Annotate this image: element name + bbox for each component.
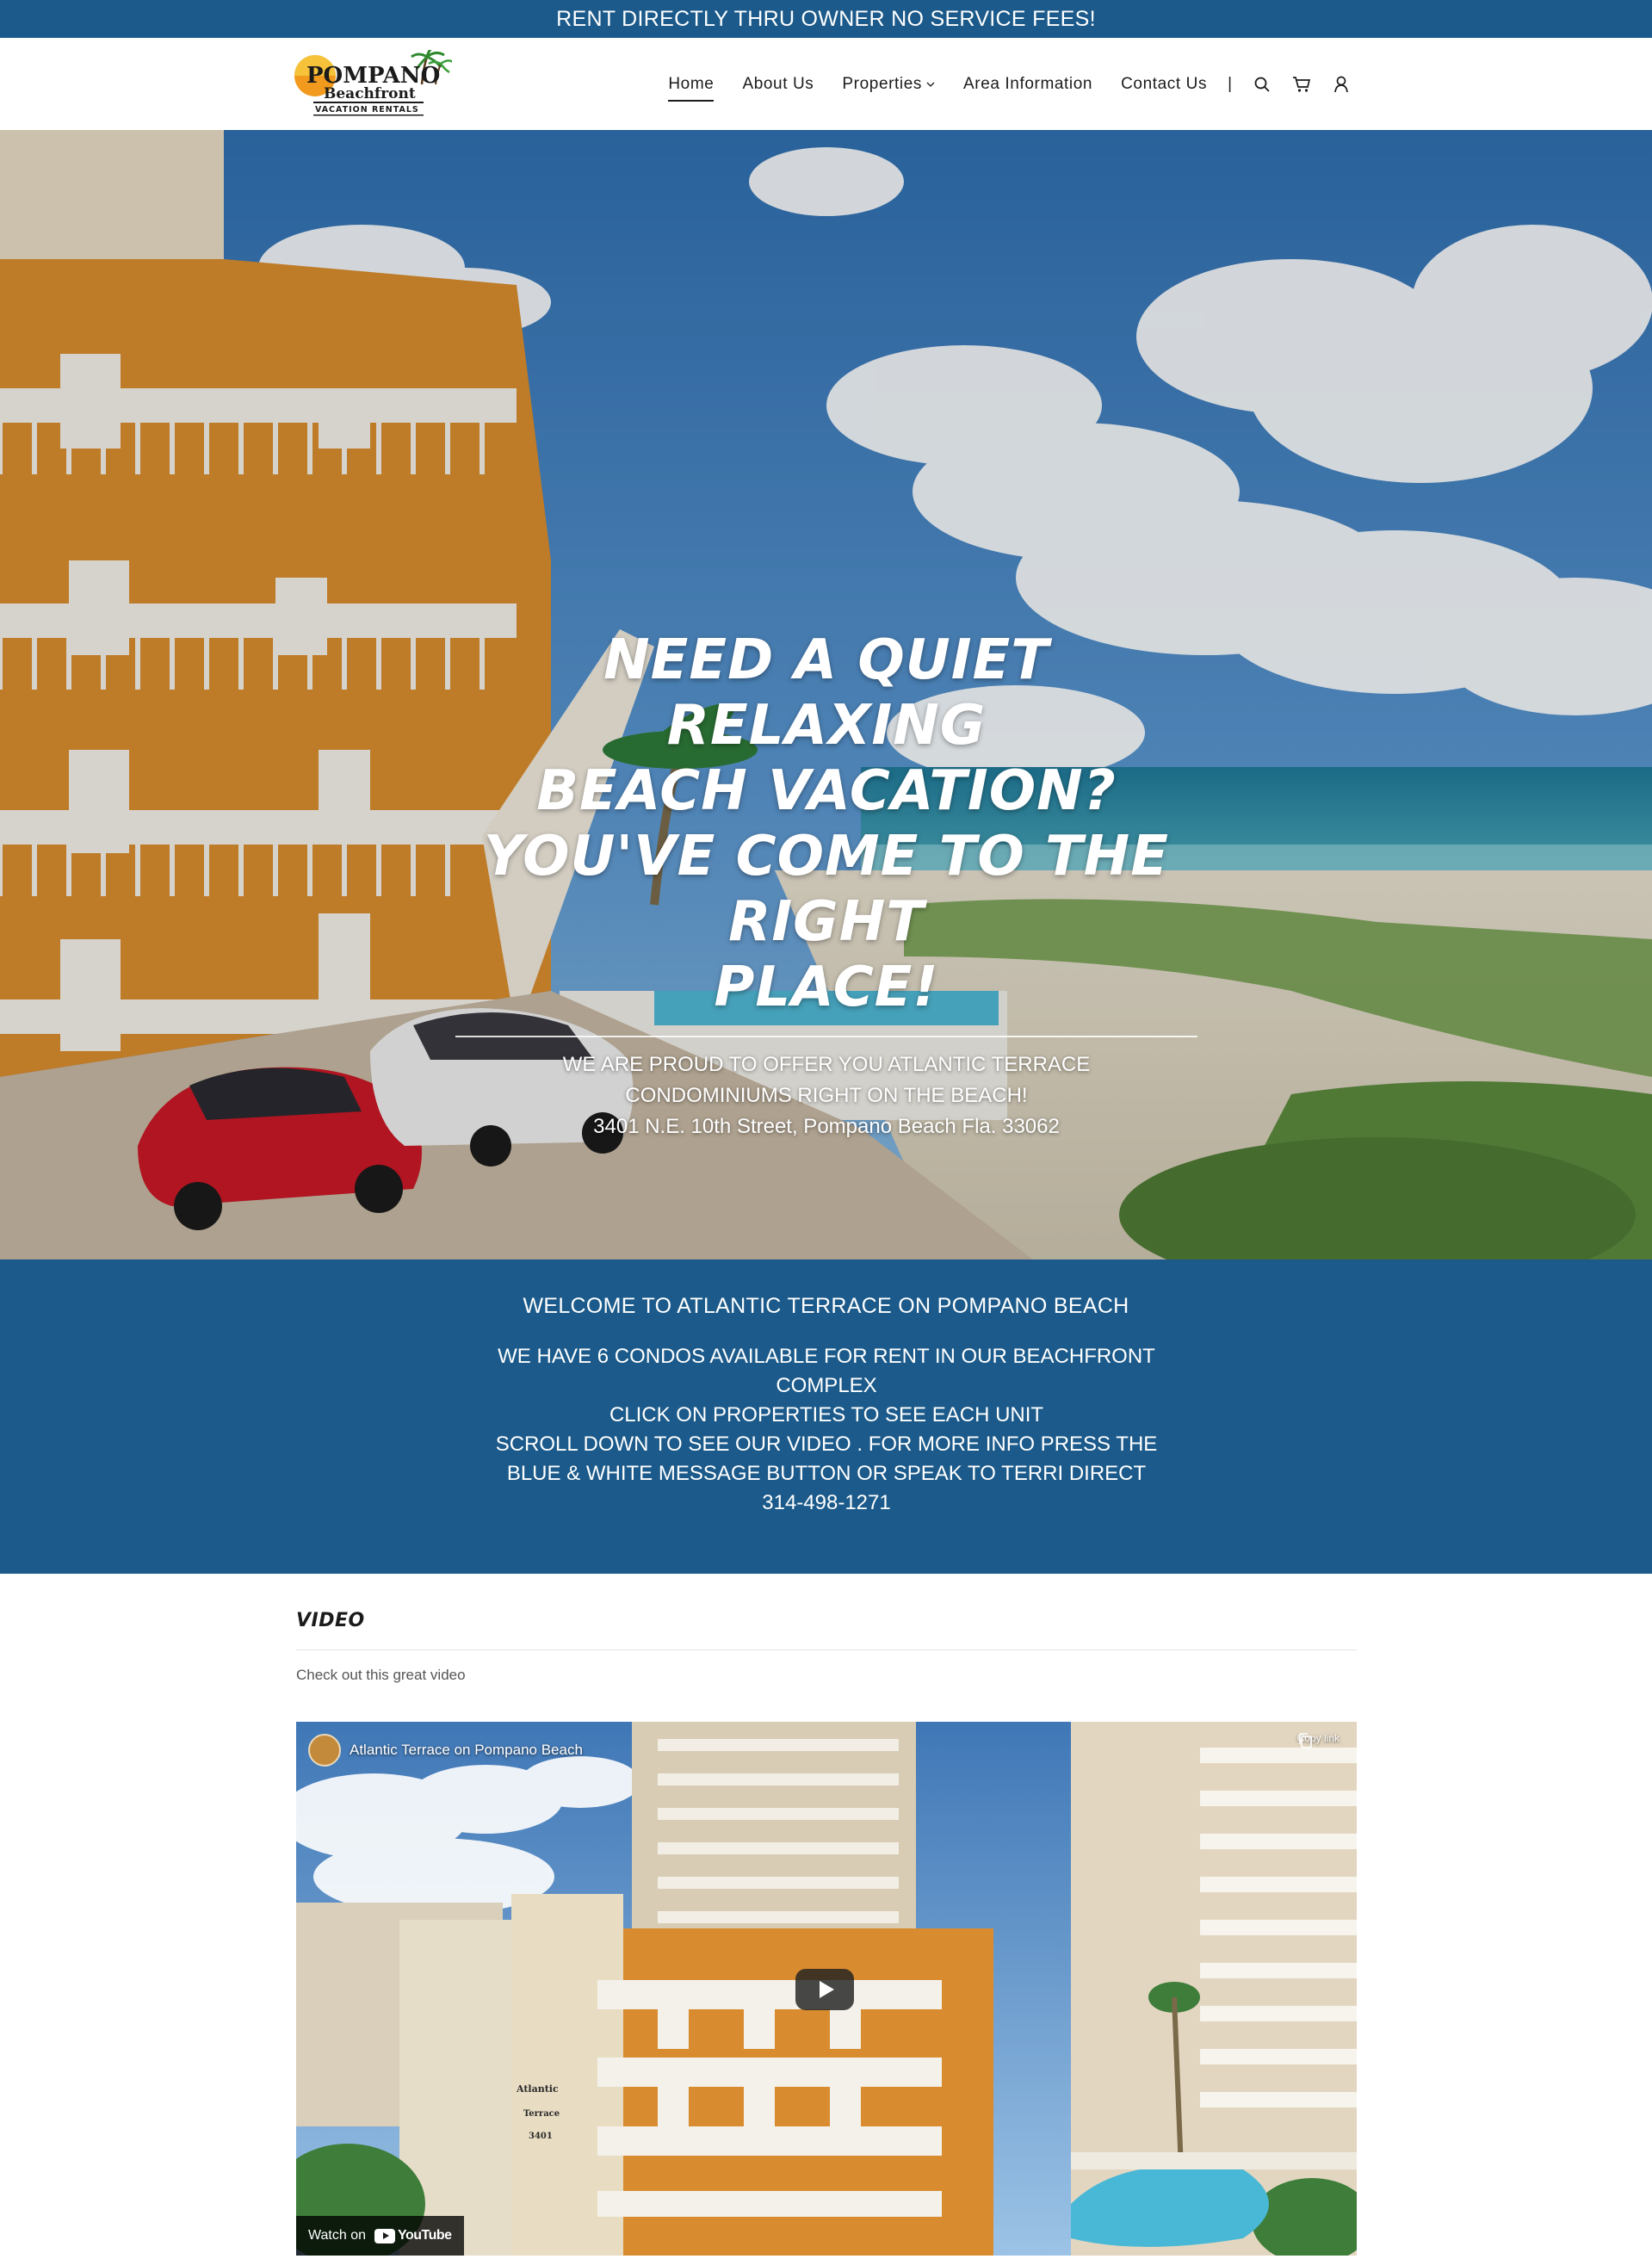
logo-text-beachfront: Beachfront	[324, 85, 416, 102]
logo-graphic: POMPANO Beachfront VACATION RENTALS	[294, 46, 454, 116]
hero-title-line-2: BEACH VACATION?	[536, 759, 1117, 823]
svg-text:3401: 3401	[529, 2132, 553, 2141]
search-icon[interactable]	[1253, 75, 1271, 94]
hero-title: NEED A QUIET RELAXING BEACH VACATION? YO…	[448, 628, 1205, 1020]
nav-separator: |	[1228, 74, 1232, 93]
svg-text:Terrace: Terrace	[523, 2109, 560, 2119]
video-subtitle: Check out this great video	[296, 1667, 466, 1683]
video-divider	[296, 1649, 1357, 1650]
hero-subtitle-line-1: WE ARE PROUD TO OFFER YOU ATLANTIC TERRA…	[562, 1053, 1091, 1076]
video-embed-title[interactable]: Atlantic Terrace on Pompano Beach	[350, 1742, 583, 1759]
nav-home-label: Home	[668, 74, 715, 93]
hero-title-line-4: PLACE!	[714, 956, 939, 1019]
watch-on-label: Watch on	[308, 2228, 366, 2243]
hero-address: 3401 N.E. 10th Street, Pompano Beach Fla…	[593, 1115, 1060, 1138]
site-header: POMPANO Beachfront VACATION RENTALS Home…	[0, 38, 1652, 130]
nav-properties[interactable]: Properties	[842, 75, 935, 94]
youtube-logo: YouTube	[374, 2228, 452, 2243]
cart-icon[interactable]	[1292, 75, 1311, 94]
main-nav: Home About Us Properties Area Informatio…	[640, 38, 1351, 130]
video-title-row[interactable]: Atlantic Terrace on Pompano Beach	[308, 1734, 583, 1767]
video-embed[interactable]: Atlantic Terrace 3401 Atlantic Terrace o…	[296, 1722, 1357, 2256]
account-icon[interactable]	[1332, 75, 1351, 94]
nav-about-us-label: About Us	[742, 74, 814, 93]
welcome-line-video-contact: SCROLL DOWN TO SEE OUR VIDEO . FOR MORE …	[495, 1433, 1158, 1514]
play-icon	[819, 1981, 834, 1998]
hero-section: NEED A QUIET RELAXING BEACH VACATION? YO…	[0, 130, 1652, 1259]
watch-on-youtube-button[interactable]: Watch on YouTube	[296, 2216, 464, 2256]
channel-avatar[interactable]	[308, 1734, 341, 1767]
video-play-button[interactable]	[795, 1969, 854, 2010]
announcement-text: RENT DIRECTLY THRU OWNER NO SERVICE FEES…	[556, 6, 1096, 31]
welcome-line-condos: WE HAVE 6 CONDOS AVAILABLE FOR RENT IN O…	[498, 1345, 1155, 1397]
welcome-title: WELCOME TO ATLANTIC TERRACE ON POMPANO B…	[523, 1294, 1129, 1318]
copy-icon	[1298, 1733, 1312, 1748]
welcome-body: WE HAVE 6 CONDOS AVAILABLE FOR RENT IN O…	[491, 1342, 1162, 1518]
hero-subtitle-line-2: CONDOMINIUMS RIGHT ON THE BEACH!	[625, 1084, 1028, 1107]
nav-home[interactable]: Home	[668, 74, 715, 102]
welcome-section: WELCOME TO ATLANTIC TERRACE ON POMPANO B…	[0, 1259, 1652, 1574]
site-logo[interactable]: POMPANO Beachfront VACATION RENTALS	[293, 46, 454, 119]
video-building-sign: Atlantic	[516, 2083, 559, 2095]
hero-divider	[455, 1036, 1197, 1037]
youtube-icon	[374, 2228, 395, 2243]
hero-subtitle: WE ARE PROUD TO OFFER YOU ATLANTIC TERRA…	[551, 1049, 1102, 1142]
video-heading: VIDEO	[296, 1610, 365, 1631]
nav-area-information[interactable]: Area Information	[963, 75, 1092, 94]
welcome-line-properties: CLICK ON PROPERTIES TO SEE EACH UNIT	[609, 1403, 1044, 1426]
hero-title-line-1: NEED A QUIET RELAXING	[603, 628, 1049, 758]
nav-properties-label: Properties	[842, 74, 923, 93]
logo-text-vacation: VACATION RENTALS	[315, 105, 419, 114]
nav-about-us[interactable]: About Us	[742, 75, 814, 94]
nav-area-information-label: Area Information	[963, 74, 1093, 93]
youtube-label: YouTube	[398, 2228, 452, 2243]
hero-title-line-3: YOU'VE COME TO THE RIGHT	[484, 825, 1169, 954]
copy-link-button[interactable]: Copy link	[1297, 1732, 1340, 1748]
nav-contact-us[interactable]: Contact Us	[1121, 75, 1207, 94]
nav-contact-us-label: Contact Us	[1121, 74, 1208, 93]
hero-content: NEED A QUIET RELAXING BEACH VACATION? YO…	[448, 628, 1205, 1142]
announcement-bar: RENT DIRECTLY THRU OWNER NO SERVICE FEES…	[0, 0, 1652, 38]
chevron-down-icon	[926, 82, 935, 87]
